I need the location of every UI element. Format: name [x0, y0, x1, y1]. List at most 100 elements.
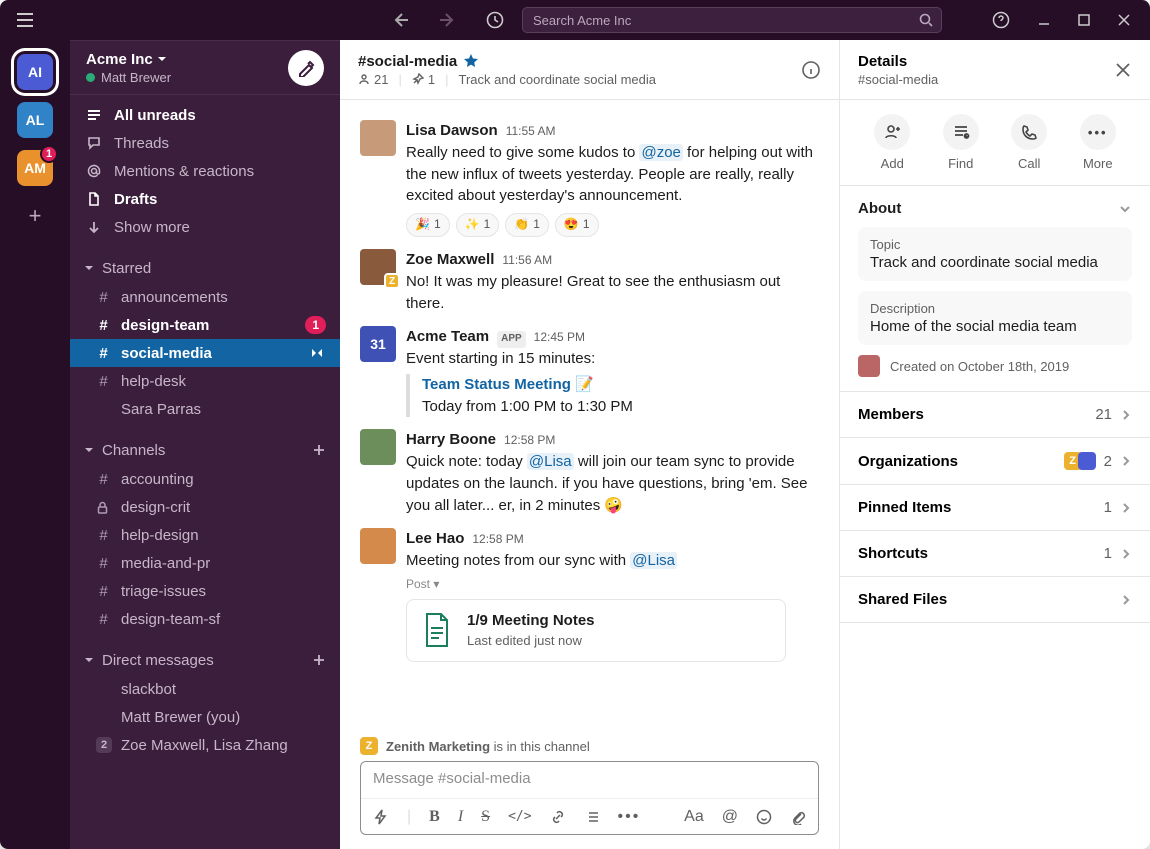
channel-title[interactable]: #social-media [358, 53, 656, 70]
channel-topic[interactable]: Track and coordinate social media [458, 72, 656, 87]
forward-icon[interactable] [438, 10, 458, 30]
sidebar-dm-item[interactable]: Matt Brewer (you) [70, 703, 340, 731]
member-count[interactable]: 21 [358, 72, 388, 87]
section-dms[interactable]: Direct messages [70, 645, 340, 675]
message-author[interactable]: Acme Team [406, 326, 489, 348]
sidebar-channel-item[interactable]: #help-desk [70, 367, 340, 395]
reaction[interactable]: ✨1 [456, 213, 500, 237]
add-channel-icon[interactable] [312, 443, 326, 457]
sidebar-dm-item[interactable]: 2Zoe Maxwell, Lisa Zhang [70, 731, 340, 759]
sidebar-channel-item[interactable]: #social-media [70, 339, 340, 367]
details-add-button[interactable]: Add [874, 114, 910, 171]
details-call-button[interactable]: Call [1011, 114, 1047, 171]
lightning-icon[interactable] [373, 809, 389, 825]
sidebar-channel-item[interactable]: #design-team-sf [70, 605, 340, 633]
details-shortcuts[interactable]: Shortcuts 1 [840, 531, 1150, 577]
emoji-icon[interactable] [756, 809, 772, 825]
italic-icon[interactable]: I [458, 808, 463, 826]
pin-count[interactable]: 1 [412, 72, 435, 87]
sidebar-channel-item[interactable]: #accounting [70, 465, 340, 493]
attachment[interactable]: 1/9 Meeting NotesLast edited just now [406, 599, 786, 662]
more-formatting-icon[interactable]: ••• [618, 808, 641, 826]
about-toggle[interactable]: About [858, 200, 1132, 217]
mention-icon[interactable]: @ [722, 808, 738, 826]
sidebar-channel-item[interactable]: #design-team1 [70, 311, 340, 339]
add-workspace-button[interactable]: + [17, 198, 53, 234]
compose-button[interactable] [288, 50, 324, 86]
nav-show-more[interactable]: Show more [70, 213, 340, 241]
sidebar-channel-item[interactable]: #media-and-pr [70, 549, 340, 577]
sidebar-channel-item[interactable]: design-crit [70, 493, 340, 521]
channel-name: design-team-sf [121, 611, 220, 628]
sidebar-dm-item[interactable]: slackbot [70, 675, 340, 703]
history-icon[interactable] [486, 11, 504, 29]
message-author[interactable]: Harry Boone [406, 429, 496, 451]
nav-mentions[interactable]: Mentions & reactions [70, 157, 340, 185]
help-icon[interactable] [992, 11, 1010, 29]
workspace-badge[interactable]: AI [17, 54, 53, 90]
details-subtitle: #social-media [858, 72, 938, 87]
sidebar-channel-item[interactable]: #help-design [70, 521, 340, 549]
workspace-switcher[interactable]: Acme Inc [86, 51, 171, 68]
avatar[interactable] [360, 429, 396, 465]
avatar[interactable]: Z [360, 249, 396, 285]
search-input[interactable]: Search Acme Inc [522, 7, 942, 33]
nav-all-unreads[interactable]: All unreads [70, 101, 340, 129]
message-author[interactable]: Lee Hao [406, 528, 464, 550]
nav-drafts[interactable]: Drafts [70, 185, 340, 213]
mention[interactable]: @zoe [639, 144, 682, 161]
reaction[interactable]: 🎉1 [406, 213, 450, 237]
mention[interactable]: @Lisa [527, 453, 574, 470]
attach-icon[interactable] [790, 809, 806, 825]
details-organizations[interactable]: Organizations Z 2 [840, 438, 1150, 485]
sidebar-channel-item[interactable]: #triage-issues [70, 577, 340, 605]
about-topic-box[interactable]: Topic Track and coordinate social media [858, 227, 1132, 281]
workspace-badge[interactable]: AM1 [17, 150, 53, 186]
close-icon[interactable] [1114, 61, 1132, 79]
current-user[interactable]: Matt Brewer [86, 70, 171, 85]
message-time: 12:58 PM [472, 531, 523, 548]
star-filled-icon[interactable] [463, 53, 479, 69]
workspace-badge[interactable]: AL [17, 102, 53, 138]
hamburger-icon[interactable] [16, 13, 34, 27]
message-text: Really need to give some kudos to @zoe f… [406, 142, 819, 207]
details-find-button[interactable]: Find [943, 114, 979, 171]
details-members[interactable]: Members 21 [840, 392, 1150, 438]
hash-icon: # [96, 471, 111, 488]
back-icon[interactable] [390, 10, 410, 30]
strike-icon[interactable]: S [481, 808, 490, 826]
message-author[interactable]: Lisa Dawson [406, 120, 498, 142]
details-files[interactable]: Shared Files [840, 577, 1150, 623]
bold-icon[interactable]: B [429, 808, 440, 826]
reaction[interactable]: 👏1 [505, 213, 549, 237]
sidebar-channel-item[interactable]: #announcements [70, 283, 340, 311]
window-minimize-icon[interactable] [1038, 14, 1050, 26]
message-composer[interactable]: Message #social-media | B I S </> ••• [360, 761, 819, 835]
list-icon[interactable] [584, 809, 600, 825]
avatar[interactable]: 31 [360, 326, 396, 362]
avatar[interactable] [360, 120, 396, 156]
mention[interactable]: @Lisa [630, 552, 677, 569]
window-maximize-icon[interactable] [1078, 14, 1090, 26]
add-dm-icon[interactable] [312, 653, 326, 667]
link-icon[interactable] [550, 809, 566, 825]
section-channels[interactable]: Channels [70, 435, 340, 465]
composer-input[interactable]: Message #social-media [361, 762, 818, 798]
details-more-button[interactable]: •••More [1080, 114, 1116, 171]
info-icon[interactable] [801, 60, 821, 80]
reactions: 🎉1✨1👏1😍1 [406, 213, 819, 237]
text-format-icon[interactable]: Aa [684, 808, 704, 826]
event-link[interactable]: Team Status Meeting [422, 376, 571, 393]
details-pinned[interactable]: Pinned Items 1 [840, 485, 1150, 531]
message-author[interactable]: Zoe Maxwell [406, 249, 494, 271]
reaction[interactable]: 😍1 [555, 213, 599, 237]
sidebar-channel-item[interactable]: Sara Parras [70, 395, 340, 423]
nav-threads[interactable]: Threads [70, 129, 340, 157]
code-icon[interactable]: </> [508, 809, 531, 824]
window-close-icon[interactable] [1118, 14, 1130, 26]
avatar[interactable] [360, 528, 396, 564]
post-label[interactable]: Post ▾ [406, 576, 819, 593]
hash-icon: # [96, 373, 111, 390]
section-starred[interactable]: Starred [70, 253, 340, 283]
about-desc-box[interactable]: Description Home of the social media tea… [858, 291, 1132, 345]
